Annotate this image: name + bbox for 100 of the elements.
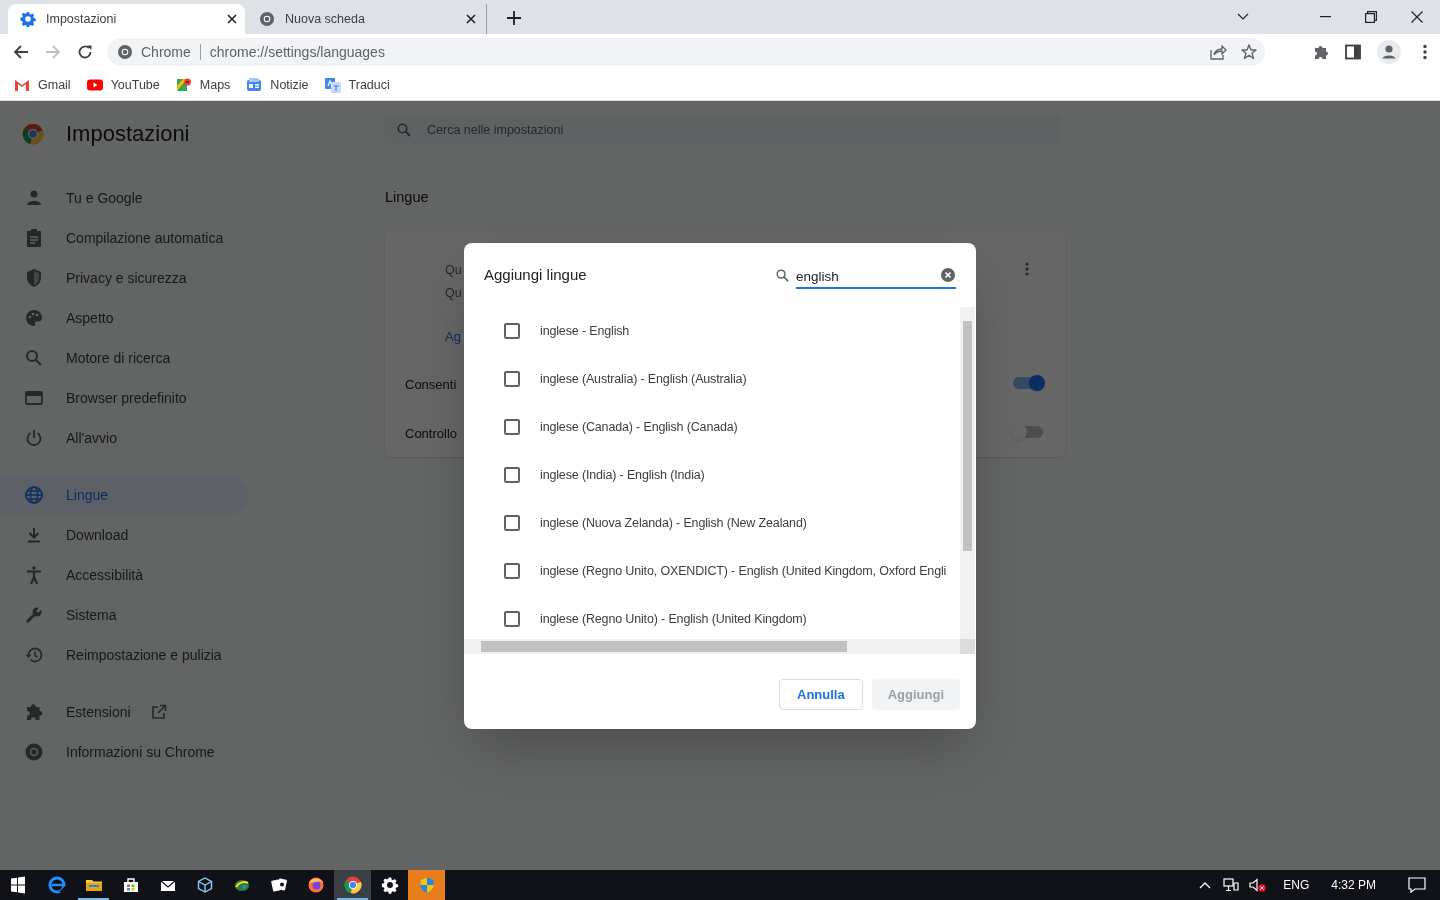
checkbox[interactable] bbox=[504, 563, 520, 579]
gear-icon bbox=[20, 11, 36, 27]
new-tab-icon[interactable] bbox=[507, 11, 521, 25]
network-icon[interactable] bbox=[1223, 878, 1240, 892]
reload-icon[interactable] bbox=[77, 44, 93, 60]
chrome-icon bbox=[343, 876, 362, 894]
tab[interactable]: Impostazioni bbox=[8, 4, 245, 34]
language-option: inglese (Regno Unito) - English (United Kingdom) bbox=[540, 609, 807, 629]
sidebar-item[interactable]: All'avvio bbox=[0, 418, 248, 458]
sidebar-item[interactable]: Estensioni bbox=[0, 692, 248, 732]
dialog-title: Aggiungi lingue bbox=[484, 264, 587, 285]
sidebar-item[interactable]: Download bbox=[0, 515, 248, 555]
bookmark[interactable]: Maps bbox=[175, 75, 231, 95]
wrench-icon bbox=[24, 605, 44, 625]
sidebar-item[interactable]: Accessibilità bbox=[0, 555, 248, 595]
shield-icon bbox=[24, 268, 44, 288]
language-option: inglese - English bbox=[540, 321, 630, 341]
close-icon[interactable] bbox=[227, 14, 237, 24]
checkbox[interactable] bbox=[504, 419, 520, 435]
language-option: inglese (Nuova Zelanda) - English (New Zealand) bbox=[540, 513, 807, 533]
tab-title: Impostazioni bbox=[46, 10, 118, 28]
checkbox[interactable] bbox=[504, 371, 520, 387]
checkbox[interactable] bbox=[504, 515, 520, 531]
bookmark[interactable]: Traduci bbox=[324, 75, 390, 95]
accessibility-icon bbox=[24, 565, 44, 585]
history-icon bbox=[24, 645, 44, 665]
toggle-switch[interactable] bbox=[1011, 374, 1045, 391]
map-pin-icon bbox=[175, 77, 192, 93]
profile-icon[interactable] bbox=[1377, 40, 1401, 64]
puzzle-icon bbox=[24, 702, 44, 722]
clear-icon[interactable] bbox=[941, 268, 955, 282]
description-text: Qu bbox=[445, 261, 462, 279]
section-title: Lingue bbox=[385, 188, 430, 207]
bookmark[interactable]: Notizie bbox=[246, 75, 309, 95]
video-play-icon bbox=[86, 77, 103, 93]
vertical-scrollbar[interactable] bbox=[960, 307, 975, 639]
browser-window-icon bbox=[24, 388, 44, 408]
language-option: inglese (India) - English (India) bbox=[540, 465, 705, 485]
puzzle-icon[interactable] bbox=[1313, 44, 1329, 60]
address-bar[interactable]: Chrome chrome://settings/languages bbox=[107, 38, 1265, 66]
notification-icon[interactable] bbox=[1408, 877, 1426, 893]
language-indicator[interactable]: ENG bbox=[1283, 876, 1310, 894]
url-text: chrome://settings/languages bbox=[209, 42, 385, 62]
translate-icon bbox=[324, 77, 341, 93]
menu-icon[interactable] bbox=[1423, 44, 1427, 60]
language-option: inglese (Australia) - English (Australia) bbox=[540, 369, 747, 389]
fox-icon bbox=[306, 876, 325, 894]
horizontal-scrollbar[interactable] bbox=[464, 639, 960, 654]
playing-cards-icon bbox=[269, 876, 288, 894]
setting-label: Consenti bbox=[405, 375, 457, 394]
palette-icon bbox=[24, 308, 44, 328]
chevron-down-icon[interactable] bbox=[1237, 13, 1249, 21]
taskbar-app[interactable] bbox=[334, 870, 371, 900]
checkbox[interactable] bbox=[504, 611, 520, 627]
chevron-up-icon[interactable] bbox=[1199, 881, 1212, 889]
page-title: Impostazioni bbox=[66, 120, 190, 148]
sidebar-item[interactable]: Compilazione automatica bbox=[0, 218, 248, 258]
more-icon[interactable] bbox=[1025, 261, 1029, 276]
bookmark[interactable]: YouTube bbox=[86, 75, 160, 95]
sidebar-item[interactable]: Tu e Google bbox=[0, 178, 248, 218]
clipboard-icon bbox=[24, 228, 44, 248]
clock[interactable]: 4:32 PM bbox=[1331, 876, 1376, 894]
chrome-icon bbox=[24, 742, 44, 762]
newspaper-icon bbox=[246, 77, 263, 93]
restore-icon[interactable] bbox=[1365, 11, 1377, 23]
tab-title: Nuova scheda bbox=[285, 10, 366, 28]
gear-icon bbox=[380, 876, 399, 894]
bookmark[interactable]: Gmail bbox=[14, 75, 71, 95]
sidebar-item[interactable]: Browser predefinito bbox=[0, 378, 248, 418]
search-placeholder: Cerca nelle impostazioni bbox=[427, 121, 564, 139]
power-icon bbox=[24, 428, 44, 448]
checkbox[interactable] bbox=[504, 467, 520, 483]
external-link-icon[interactable] bbox=[150, 704, 167, 720]
sidebar-item[interactable]: Informazioni su Chrome bbox=[0, 732, 248, 772]
search-icon bbox=[397, 123, 411, 137]
volume-muted-icon[interactable] bbox=[1249, 878, 1268, 892]
close-icon[interactable] bbox=[1411, 11, 1423, 23]
gmail-icon bbox=[14, 77, 30, 93]
sidebar-item[interactable]: Lingue bbox=[0, 475, 248, 515]
site-label: Chrome bbox=[141, 42, 191, 62]
setting-label: Controllo bbox=[405, 424, 458, 443]
search-icon bbox=[24, 348, 44, 368]
share-icon[interactable] bbox=[1210, 44, 1227, 60]
sidebar-item[interactable]: Aspetto bbox=[0, 298, 248, 338]
back-icon[interactable] bbox=[13, 44, 29, 60]
person-icon bbox=[24, 188, 44, 208]
sidebar-item[interactable]: Reimpostazione e pulizia bbox=[0, 635, 248, 675]
star-icon[interactable] bbox=[1241, 44, 1257, 60]
cancel-button[interactable]: Annulla bbox=[779, 679, 863, 710]
sidebar-item[interactable]: Privacy e sicurezza bbox=[0, 258, 248, 298]
shopping-bag-icon bbox=[121, 876, 140, 894]
minimize-icon[interactable] bbox=[1320, 16, 1331, 18]
sidebar-item[interactable]: Motore di ricerca bbox=[0, 338, 248, 378]
language-option: inglese (Regno Unito, OXENDICT) - English (United Kingdom, Oxford Engli bbox=[540, 561, 947, 581]
side-panel-icon[interactable] bbox=[1345, 44, 1361, 60]
close-icon[interactable] bbox=[466, 14, 476, 24]
add-languages-link[interactable]: Ag bbox=[445, 326, 461, 347]
checkbox[interactable] bbox=[504, 323, 520, 339]
scrollbar-corner bbox=[960, 639, 975, 654]
sidebar-item[interactable]: Sistema bbox=[0, 595, 248, 635]
